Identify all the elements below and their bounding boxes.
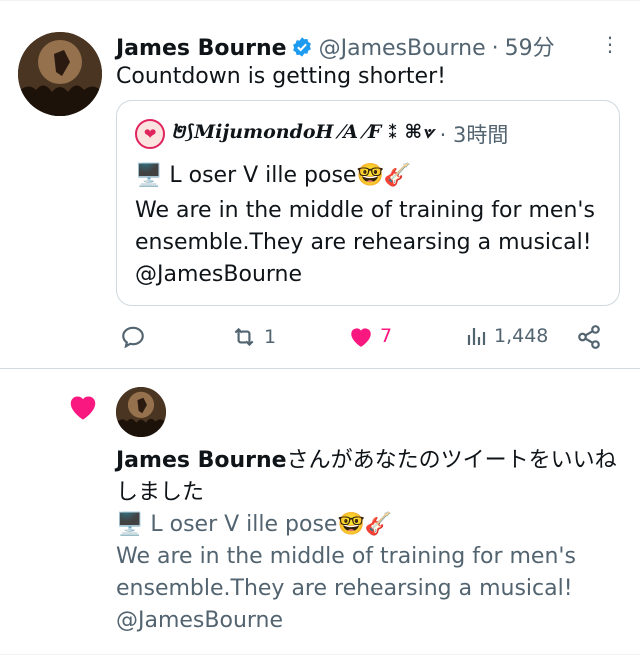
quoted-tweet-time: · 3時間 — [439, 123, 509, 147]
liker-name[interactable]: James Bourne — [116, 448, 287, 473]
bottom-divider — [0, 654, 640, 655]
author-avatar[interactable] — [18, 32, 102, 116]
liker-avatar[interactable] — [116, 387, 166, 437]
liked-tweet-body: We are in the middle of training for men… — [116, 544, 576, 633]
avatar-image — [18, 32, 102, 116]
top-divider — [0, 0, 640, 1]
retweet-count: 1 — [264, 326, 277, 348]
separator-dot: · — [491, 36, 499, 61]
quoted-tweet[interactable]: ❤ ២⟆MijumondoH ⁄A ⁄F ⁑ ⌘⟇ · 3時間 🖥️ L ose… — [116, 100, 620, 306]
views-chart-icon — [467, 328, 486, 345]
reply-icon — [122, 326, 144, 349]
reply-button[interactable] — [120, 324, 152, 350]
quoted-time-value[interactable]: 3時間 — [453, 123, 508, 147]
views-button[interactable]: 1,448 — [464, 324, 548, 348]
author-name[interactable]: James Bourne — [116, 36, 287, 61]
quoted-body-text: We are in the middle of training for men… — [135, 198, 595, 287]
liked-tweet-first-line: 🖥️ L oser V ille pose🤓🎸 — [116, 512, 393, 537]
tweet-header: James Bourne @JamesBourne · 59分 — [116, 30, 600, 61]
share-icon — [578, 325, 600, 349]
liker-avatar-image — [116, 387, 166, 437]
quoted-first-line: 🖥️ L oser V ille pose🤓🎸 — [135, 163, 412, 188]
tweet-actions: 1 7 1,448 — [116, 320, 620, 356]
like-notification[interactable]: James Bourneさんがあなたのツイートをいいねしました 🖥️ L ose… — [0, 369, 640, 663]
like-button[interactable]: 7 — [348, 324, 392, 348]
like-count: 7 — [380, 325, 393, 347]
author-handle[interactable]: @JamesBourne — [319, 36, 486, 61]
more-options-icon[interactable]: ⋮ — [598, 32, 622, 56]
quoted-author-avatar[interactable]: ❤ — [135, 119, 165, 149]
share-button[interactable] — [576, 324, 608, 350]
heart-filled-icon — [351, 328, 371, 347]
tweet[interactable]: James Bourne @JamesBourne · 59分 ⋮ Countdown… — [0, 14, 640, 366]
retweet-icon — [234, 327, 254, 347]
verified-badge-icon — [291, 36, 313, 64]
views-count: 1,448 — [494, 325, 549, 347]
tweet-text: Countdown is getting shorter! — [116, 64, 446, 89]
heart-icon — [66, 391, 100, 425]
liked-tweet-preview[interactable]: 🖥️ L oser V ille pose🤓🎸 We are in the mi… — [116, 509, 626, 637]
retweet-button[interactable]: 1 — [230, 324, 276, 350]
quoted-author-name[interactable]: ២⟆MijumondoH ⁄A ⁄F ⁑ ⌘⟇ — [171, 120, 434, 148]
quoted-tweet-header: ❤ ២⟆MijumondoH ⁄A ⁄F ⁑ ⌘⟇ · 3時間 — [135, 119, 508, 149]
tweet-time[interactable]: 59分 — [505, 36, 555, 61]
notification-text: James Bourneさんがあなたのツイートをいいねしました — [116, 445, 626, 509]
